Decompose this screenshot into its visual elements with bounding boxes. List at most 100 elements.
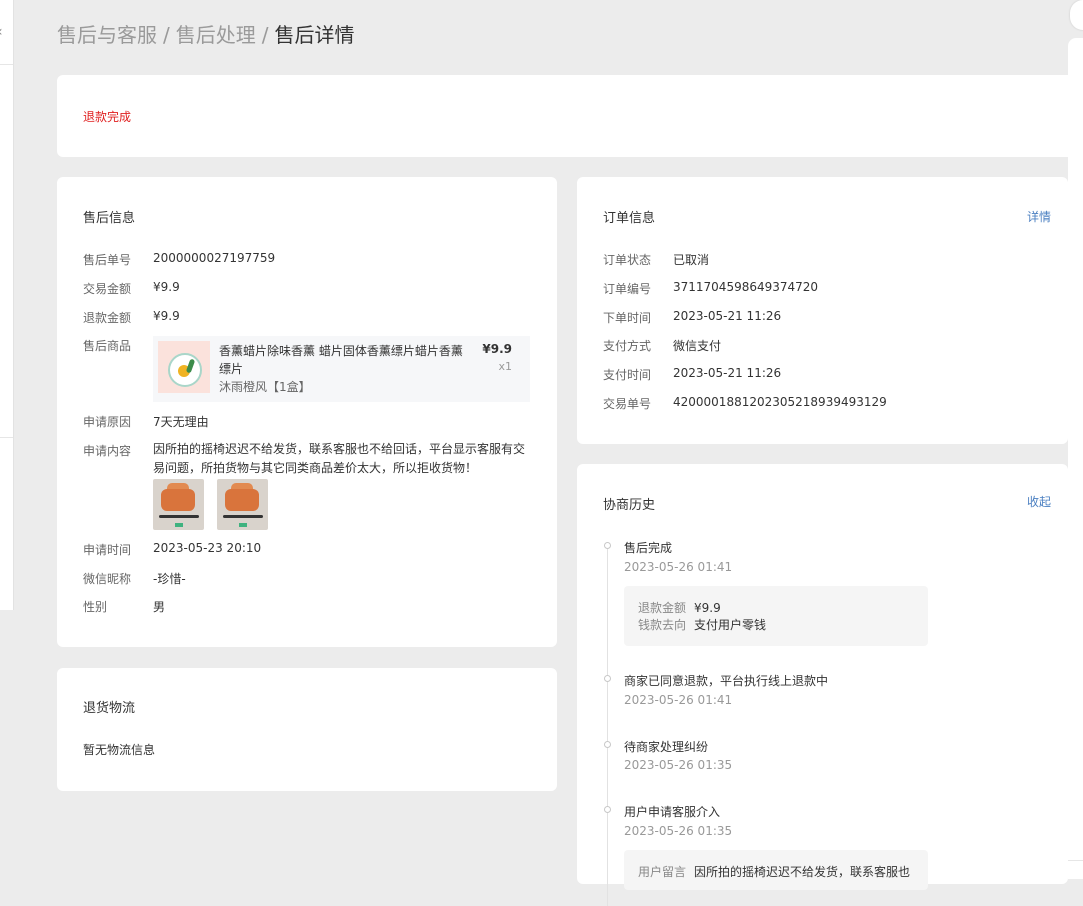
info-row-trade-no: 交易单号 4200001881202305218939493129 <box>603 395 887 412</box>
info-row-pay-time: 支付时间 2023-05-21 11:26 <box>603 366 781 383</box>
reason-value: 7天无理由 <box>153 415 209 429</box>
timeline-detail-box: 用户留言 因所拍的摇椅迟迟不给发货，联系客服也 <box>624 850 928 890</box>
card-title: 退货物流 <box>83 701 136 716</box>
logistics-empty-text: 暂无物流信息 <box>83 743 156 757</box>
aftersale-info-card: 售后信息 售后单号 2000000027197759 交易金额 ¥9.9 退款金… <box>57 177 557 647</box>
detail-line: 用户留言 因所拍的摇椅迟迟不给发货，联系客服也 <box>638 863 910 880</box>
status-card: 退款完成 <box>57 75 1083 157</box>
order-detail-link[interactable]: 详情 <box>1027 208 1051 225</box>
product-item[interactable]: 香薰蜡片除味香薰 蜡片固体香薰缥片蜡片香薰 缥片 沐雨橙风【1盒】 ¥9.9 x… <box>153 336 530 402</box>
field-label: 申请原因 <box>83 415 132 429</box>
detail-value: ¥9.9 <box>694 601 721 615</box>
timeline-event-title: 商家已同意退款，平台执行线上退款中 <box>624 674 829 688</box>
evidence-photo[interactable] <box>217 479 268 530</box>
field-label: 退款金额 <box>83 311 132 325</box>
breadcrumb-separator: / <box>261 23 269 47</box>
right-panel-toggle[interactable] <box>1070 0 1083 30</box>
order-time-value: 2023-05-21 11:26 <box>673 309 782 323</box>
pay-method-value: 微信支付 <box>673 339 722 353</box>
timeline-event-title: 用户申请客服介入 <box>624 805 721 819</box>
product-thumbnail <box>158 341 210 393</box>
field-label: 支付时间 <box>603 368 652 382</box>
breadcrumb: 售后与客服 / 售后处理 / 售后详情 <box>57 19 355 48</box>
field-label: 交易金额 <box>83 282 132 296</box>
info-row-gender: 性别 男 <box>83 598 165 615</box>
wechat-nickname-value: -珍惜- <box>153 572 186 586</box>
field-label: 订单状态 <box>603 253 652 267</box>
timeline-dot <box>604 675 611 682</box>
apply-time-value: 2023-05-23 20:10 <box>153 541 262 555</box>
detail-line: 钱款去向 支付用户零钱 <box>638 616 766 633</box>
collapse-history-link[interactable]: 收起 <box>1027 493 1051 510</box>
timeline-event-time: 2023-05-26 01:35 <box>624 824 733 838</box>
timeline-dot <box>604 741 611 748</box>
field-label: 支付方式 <box>603 339 652 353</box>
product-quantity: x1 <box>498 360 512 373</box>
photo-tag-shape <box>175 523 183 527</box>
field-label: 交易单号 <box>603 397 652 411</box>
field-label: 性别 <box>83 600 108 614</box>
right-panel-edge <box>1068 38 1083 879</box>
timeline-event-time: 2023-05-26 01:35 <box>624 758 733 772</box>
field-label: 申请内容 <box>83 444 132 458</box>
breadcrumb-item-aftersales-handling[interactable]: 售后处理 <box>176 23 256 47</box>
apply-content-text: 因所拍的摇椅迟迟不给发货，联系客服也不给回话，平台显示客服有交易问题，所拍货物与… <box>153 442 526 475</box>
refund-amount-value: ¥9.9 <box>153 309 180 323</box>
timeline-dot <box>604 542 611 549</box>
product-price: ¥9.9 <box>482 342 512 356</box>
detail-key: 钱款去向 <box>638 618 687 632</box>
left-sidebar-edge: ‹ <box>0 0 14 610</box>
chair-leg-shape <box>159 515 199 518</box>
divider <box>0 64 13 65</box>
aftersale-no-value: 2000000027197759 <box>153 251 276 265</box>
detail-key: 用户留言 <box>638 865 687 879</box>
refund-status-text: 退款完成 <box>83 110 132 124</box>
detail-key: 退款金额 <box>638 601 687 615</box>
info-row-product: 售后商品 <box>83 337 153 354</box>
chair-seat-shape <box>225 489 259 511</box>
timeline-event-title: 售后完成 <box>624 541 673 555</box>
chevron-left-icon[interactable]: ‹ <box>0 24 3 40</box>
detail-value: 因所拍的摇椅迟迟不给发货，联系客服也 <box>694 865 911 879</box>
info-row-pay-method: 支付方式 微信支付 <box>603 337 721 354</box>
divider <box>1068 860 1083 861</box>
divider <box>0 437 13 438</box>
card-title: 订单信息 <box>603 211 656 226</box>
detail-value: 支付用户零钱 <box>694 618 767 632</box>
timeline-event-time: 2023-05-26 01:41 <box>624 693 733 707</box>
field-label: 微信昵称 <box>83 572 132 586</box>
field-label: 下单时间 <box>603 311 652 325</box>
timeline-event-time: 2023-05-26 01:41 <box>624 560 733 574</box>
info-row-order-time: 下单时间 2023-05-21 11:26 <box>603 309 781 326</box>
info-row-order-no: 订单编号 3711704598649374720 <box>603 280 818 297</box>
order-no-value: 3711704598649374720 <box>673 280 819 294</box>
timeline-line <box>607 546 608 906</box>
photo-tag-shape <box>239 523 247 527</box>
product-spec: 沐雨橙风【1盒】 <box>219 380 311 394</box>
trade-no-value: 4200001881202305218939493129 <box>673 395 887 409</box>
detail-line: 退款金额 ¥9.9 <box>638 599 721 616</box>
product-title: 香薰蜡片除味香薰 蜡片固体香薰缥片蜡片香薰 缥片 <box>219 344 463 376</box>
info-row-order-status: 订单状态 已取消 <box>603 251 709 268</box>
field-label: 申请时间 <box>83 543 132 557</box>
chair-leg-shape <box>223 515 263 518</box>
timeline-detail-box: 退款金额 ¥9.9 钱款去向 支付用户零钱 <box>624 586 928 646</box>
breadcrumb-separator: / <box>163 23 170 47</box>
info-row-apply-time: 申请时间 2023-05-23 20:10 <box>83 541 261 558</box>
chair-seat-shape <box>161 489 195 511</box>
order-status-value: 已取消 <box>673 253 710 267</box>
info-row-trade-amount: 交易金额 ¥9.9 <box>83 280 180 297</box>
pay-time-value: 2023-05-21 11:26 <box>673 366 782 380</box>
field-label: 售后单号 <box>83 253 132 267</box>
info-row-aftersale-no: 售后单号 2000000027197759 <box>83 251 275 268</box>
breadcrumb-item-aftersales-service[interactable]: 售后与客服 <box>57 23 157 47</box>
info-row-refund-amount: 退款金额 ¥9.9 <box>83 309 180 326</box>
gender-value: 男 <box>153 600 166 614</box>
card-title: 协商历史 <box>603 498 656 513</box>
evidence-photo[interactable] <box>153 479 204 530</box>
return-logistics-card: 退货物流 暂无物流信息 <box>57 668 557 791</box>
info-row-content: 申请内容 <box>83 442 153 459</box>
info-row-wechat: 微信昵称 -珍惜- <box>83 570 186 587</box>
negotiation-history-card: 协商历史 收起 售后完成 2023-05-26 01:41 退款金额 ¥9.9 钱… <box>577 464 1068 906</box>
timeline-dot <box>604 806 611 813</box>
